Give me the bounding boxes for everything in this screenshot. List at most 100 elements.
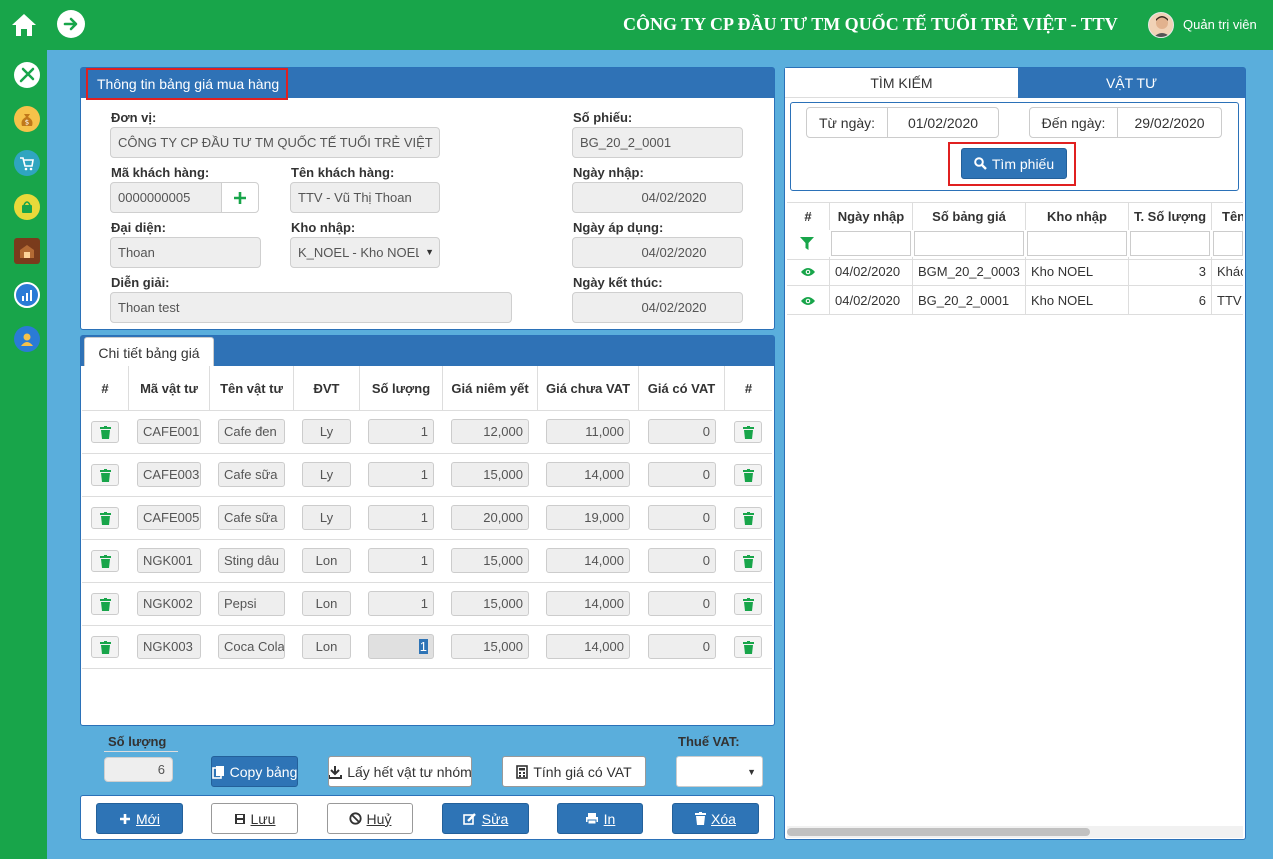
delete-row-button[interactable]	[734, 421, 762, 443]
cell-gia-niem-yet[interactable]: 15,000	[451, 462, 529, 487]
cell-dvt[interactable]: Lon	[302, 591, 351, 616]
cell-gia-niem-yet[interactable]: 15,000	[451, 591, 529, 616]
filter-kho-nhap[interactable]	[1027, 231, 1127, 256]
cell-gia-niem-yet[interactable]: 20,000	[451, 505, 529, 530]
delete-row-button[interactable]	[734, 636, 762, 658]
cell-dvt[interactable]: Ly	[302, 505, 351, 530]
cell-gia-chua-vat[interactable]: 19,000	[546, 505, 630, 530]
ten-khach-hang-field[interactable]: TTV - Vũ Thị Thoan	[290, 182, 440, 213]
tab-chi-tiet[interactable]: Chi tiết bảng giá	[84, 337, 214, 367]
save-button[interactable]: Lưu	[211, 803, 298, 834]
cell-gia-co-vat[interactable]: 0	[648, 419, 716, 444]
add-customer-button[interactable]	[221, 182, 259, 213]
kho-nhap-select[interactable]: K_NOEL - Kho NOEL ▼	[290, 237, 440, 268]
copy-bang-button[interactable]: Copy bảng	[211, 756, 298, 787]
arrow-right-icon[interactable]	[57, 10, 85, 38]
cell-so-luong[interactable]: 1	[368, 505, 434, 530]
chart-icon[interactable]	[14, 282, 40, 308]
cell-so-luong[interactable]: 1	[368, 634, 434, 659]
cell-gia-chua-vat[interactable]: 14,000	[546, 634, 630, 659]
filter-ten[interactable]	[1213, 231, 1243, 256]
home-icon[interactable]	[0, 0, 47, 50]
cell-ten-vat-tu[interactable]: Cafe sữa	[218, 462, 285, 487]
avatar[interactable]	[1148, 12, 1174, 38]
edit-button[interactable]: Sửa	[442, 803, 529, 834]
tab-tim-kiem[interactable]: TÌM KIẾM	[785, 68, 1018, 98]
delete-row-button[interactable]	[734, 464, 762, 486]
ngay-nhap-field[interactable]: 04/02/2020	[572, 182, 743, 213]
thue-vat-select[interactable]: ▼	[676, 756, 763, 787]
filter-so-bang-gia[interactable]	[914, 231, 1024, 256]
ngay-ket-thuc-field[interactable]: 04/02/2020	[572, 292, 743, 323]
cell-gia-niem-yet[interactable]: 15,000	[451, 548, 529, 573]
so-phieu-field[interactable]: BG_20_2_0001	[572, 127, 743, 158]
cell-ten-vat-tu[interactable]: Cafe sữa	[218, 505, 285, 530]
cell-ma-vat-tu[interactable]: NGK001	[137, 548, 201, 573]
cell-gia-co-vat[interactable]: 0	[648, 634, 716, 659]
delete-row-button[interactable]	[734, 507, 762, 529]
cell-dvt[interactable]: Lon	[302, 634, 351, 659]
cell-ten-vat-tu[interactable]: Pepsi	[218, 591, 285, 616]
cell-gia-co-vat[interactable]: 0	[648, 591, 716, 616]
cell-ma-vat-tu[interactable]: CAFE005	[137, 505, 201, 530]
tu-ngay-input[interactable]: 01/02/2020	[887, 107, 999, 138]
user-icon[interactable]	[14, 326, 40, 352]
cell-so-luong[interactable]: 1	[368, 419, 434, 444]
shopping-bag-icon[interactable]	[14, 194, 40, 220]
warehouse-icon[interactable]	[14, 238, 40, 264]
view-icon[interactable]	[787, 286, 830, 315]
delete-row-button[interactable]	[734, 593, 762, 615]
cell-gia-chua-vat[interactable]: 14,000	[546, 548, 630, 573]
cell-so-luong[interactable]: 1	[368, 548, 434, 573]
view-icon[interactable]	[787, 257, 830, 286]
delete-button[interactable]: Xóa	[672, 803, 759, 834]
cell-dvt[interactable]: Lon	[302, 548, 351, 573]
cell-so-luong[interactable]: 1	[368, 591, 434, 616]
cell-gia-niem-yet[interactable]: 15,000	[451, 634, 529, 659]
delete-row-button[interactable]	[91, 550, 119, 572]
don-vi-field[interactable]: CÔNG TY CP ĐẦU TƯ TM QUỐC TẾ TUỔI TRẺ VI…	[110, 127, 440, 158]
tab-vat-tu[interactable]: VẬT TƯ	[1018, 68, 1245, 98]
delete-row-button[interactable]	[91, 636, 119, 658]
lay-het-vat-tu-button[interactable]: Lấy hết vật tư nhóm	[328, 756, 472, 787]
cell-ma-vat-tu[interactable]: CAFE003	[137, 462, 201, 487]
cell-gia-niem-yet[interactable]: 12,000	[451, 419, 529, 444]
delete-row-button[interactable]	[734, 550, 762, 572]
dien-giai-field[interactable]: Thoan test	[110, 292, 512, 323]
cell-ten-vat-tu[interactable]: Cafe đen	[218, 419, 285, 444]
tools-icon[interactable]	[14, 62, 40, 88]
cell-gia-chua-vat[interactable]: 14,000	[546, 591, 630, 616]
filter-ngay-nhap[interactable]	[831, 231, 911, 256]
ngay-ap-dung-field[interactable]: 04/02/2020	[572, 237, 743, 268]
result-scrollbar[interactable]	[787, 826, 1243, 838]
money-bag-icon[interactable]: $	[14, 106, 40, 132]
cart-icon[interactable]	[14, 150, 40, 176]
cell-gia-chua-vat[interactable]: 11,000	[546, 419, 630, 444]
delete-row-button[interactable]	[91, 593, 119, 615]
cell-ma-vat-tu[interactable]: NGK003	[137, 634, 201, 659]
dai-dien-field[interactable]: Thoan	[110, 237, 261, 268]
tim-phieu-button[interactable]: Tìm phiếu	[961, 148, 1067, 179]
filter-icon[interactable]	[800, 237, 814, 253]
cell-ma-vat-tu[interactable]: NGK002	[137, 591, 201, 616]
delete-row-button[interactable]	[91, 507, 119, 529]
cancel-button[interactable]: Huỷ	[327, 803, 413, 834]
cell-so-luong[interactable]: 1	[368, 462, 434, 487]
filter-tong-so-luong[interactable]	[1130, 231, 1210, 256]
new-button[interactable]: Mới	[96, 803, 183, 834]
ma-khach-hang-field[interactable]: 0000000005	[110, 182, 222, 213]
cell-dvt[interactable]: Ly	[302, 419, 351, 444]
cell-ten-vat-tu[interactable]: Sting dâu	[218, 548, 285, 573]
cell-ten-vat-tu[interactable]: Coca Cola	[218, 634, 285, 659]
user-name[interactable]: Quản trị viên	[1183, 17, 1257, 32]
print-button[interactable]: In	[557, 803, 643, 834]
tinh-gia-vat-button[interactable]: Tính giá có VAT	[502, 756, 646, 787]
den-ngay-input[interactable]: 29/02/2020	[1117, 107, 1222, 138]
cell-gia-chua-vat[interactable]: 14,000	[546, 462, 630, 487]
cell-gia-co-vat[interactable]: 0	[648, 548, 716, 573]
cell-ma-vat-tu[interactable]: CAFE001	[137, 419, 201, 444]
delete-row-button[interactable]	[91, 421, 119, 443]
cell-gia-co-vat[interactable]: 0	[648, 505, 716, 530]
cell-dvt[interactable]: Ly	[302, 462, 351, 487]
scrollbar-thumb[interactable]	[787, 828, 1090, 836]
